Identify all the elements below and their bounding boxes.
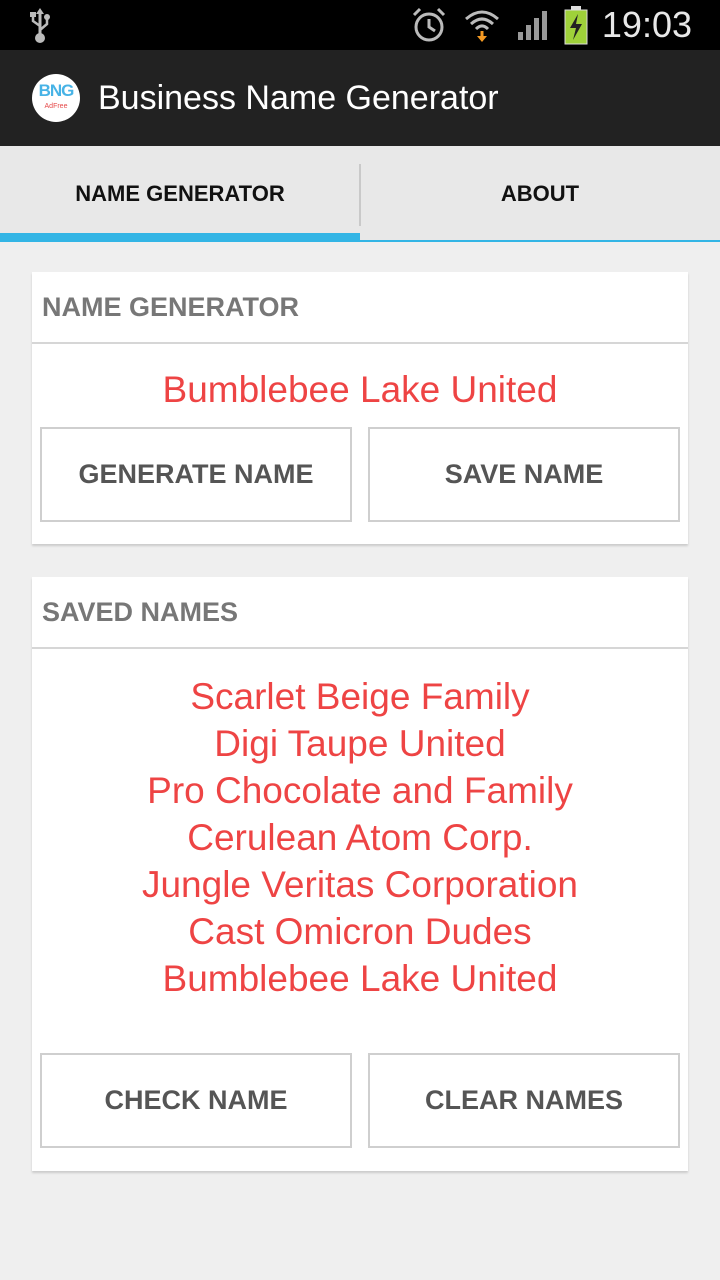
saved-name-item: Jungle Veritas Corporation [141,864,579,905]
usb-icon [26,6,54,51]
app-logo-text: BNG [38,81,75,100]
saved-card-header: SAVED NAMES [32,577,688,649]
saved-name-item: Cast Omicron Dudes [188,911,532,952]
saved-name-item: Scarlet Beige Family [190,676,530,717]
signal-icon [516,8,550,42]
saved-button-row: CHECK NAME CLEAR NAMES [32,1053,688,1148]
wifi-icon [462,5,502,45]
status-bar: 19:03 [0,0,720,50]
alarm-icon [410,6,448,44]
tab-about[interactable]: ABOUT [360,146,720,242]
app-logo-subtext: AdFree [44,103,68,110]
app-logo-icon[interactable]: BNG AdFree [32,74,80,122]
check-name-button[interactable]: CHECK NAME [40,1053,352,1148]
status-time: 19:03 [601,4,692,45]
action-bar: BNG AdFree Business Name Generator [0,50,720,146]
generate-name-button[interactable]: GENERATE NAME [40,427,352,522]
generator-card-header: NAME GENERATOR [32,272,688,344]
saved-name-item: Bumblebee Lake United [162,958,558,999]
saved-name-item: Cerulean Atom Corp. [187,817,533,858]
saved-names-card: SAVED NAMES Scarlet Beige Family Digi Ta… [32,577,688,1171]
generated-name: Bumblebee Lake United [162,369,558,410]
clear-names-button[interactable]: CLEAR NAMES [368,1053,680,1148]
tab-name-generator[interactable]: NAME GENERATOR [0,146,360,242]
save-name-button[interactable]: SAVE NAME [368,427,680,522]
saved-name-item: Digi Taupe United [214,723,506,764]
battery-charging-icon [564,5,588,45]
saved-names-list: Scarlet Beige Family Digi Taupe United P… [32,673,688,1002]
generator-button-row: GENERATE NAME SAVE NAME [32,427,688,522]
name-generator-card: NAME GENERATOR Bumblebee Lake United GEN… [32,272,688,544]
app-title: Business Name Generator [98,78,499,117]
tab-divider [359,164,361,226]
saved-name-item: Pro Chocolate and Family [147,770,573,811]
